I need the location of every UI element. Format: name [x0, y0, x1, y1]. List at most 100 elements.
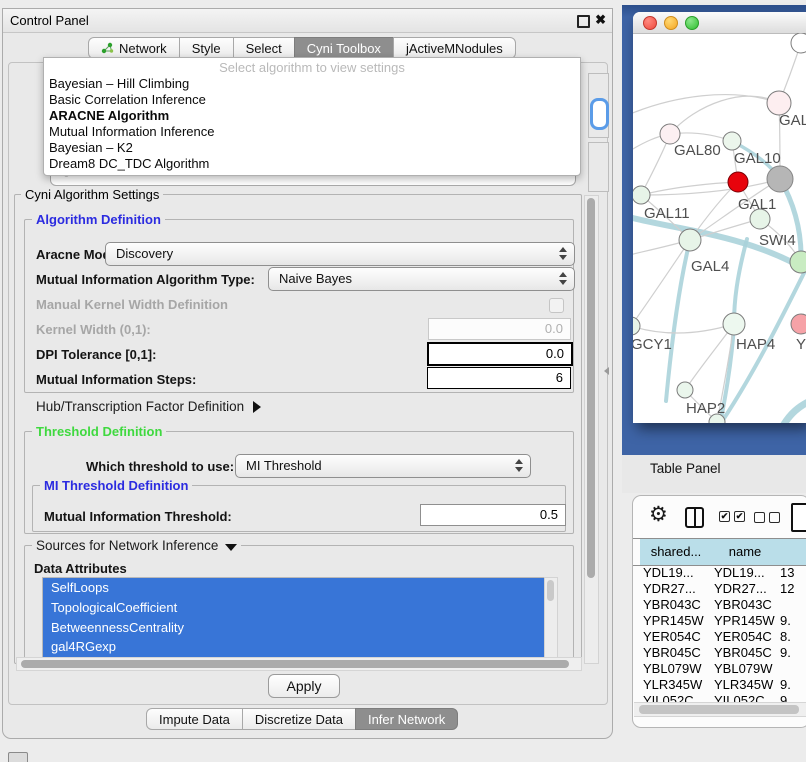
- settings-vertical-scrollbar[interactable]: [584, 195, 599, 664]
- column-header[interactable]: shared...: [640, 539, 713, 565]
- data-attributes-list[interactable]: SelfLoopsTopologicalCoefficientBetweenne…: [42, 577, 546, 658]
- network-node-swi4[interactable]: [790, 251, 806, 273]
- network-edge[interactable]: [633, 324, 734, 333]
- minimize-traffic-light-icon[interactable]: [664, 16, 678, 30]
- which-threshold-select[interactable]: MI Threshold: [235, 454, 531, 478]
- table-cell[interactable]: 9.: [780, 677, 791, 693]
- table-cell[interactable]: YPR145W: [643, 613, 704, 629]
- settings-horizontal-scrollbar[interactable]: [16, 657, 582, 671]
- table-row[interactable]: YIL052C YIL052C 9.: [633, 693, 806, 702]
- table-cell[interactable]: YER054C: [643, 629, 701, 645]
- table-cell[interactable]: YIL052C: [643, 693, 694, 702]
- table-cell[interactable]: YDR27...: [643, 581, 696, 597]
- network-edge[interactable]: [633, 95, 779, 117]
- table-cell[interactable]: 9.: [780, 645, 791, 661]
- table-cell[interactable]: YBR043C: [643, 597, 701, 613]
- manual-kernel-width-checkbox[interactable]: [549, 298, 564, 313]
- table-cell[interactable]: 12: [780, 581, 794, 597]
- apply-button[interactable]: Apply: [268, 674, 340, 698]
- table-row[interactable]: YDR27...YDR27...12: [633, 581, 806, 597]
- column-header[interactable]: name: [712, 539, 779, 565]
- table-cell[interactable]: YLR345W: [714, 677, 773, 693]
- tab-cyni-toolbox[interactable]: Cyni Toolbox: [294, 37, 394, 59]
- table-row[interactable]: YBR043C YBR043C: [633, 597, 806, 613]
- table-row[interactable]: YBL079W YBL079W: [633, 661, 806, 677]
- settings-horizontal-scrollbar-thumb[interactable]: [21, 660, 569, 668]
- tab-select[interactable]: Select: [233, 37, 295, 59]
- network-edge[interactable]: [666, 240, 690, 401]
- column-header[interactable]: [778, 539, 806, 565]
- table-horizontal-scrollbar-thumb[interactable]: [639, 705, 799, 714]
- attribute-item[interactable]: gal4RGexp: [43, 637, 545, 657]
- hub-definition-expander[interactable]: Hub/Transcription Factor Definition: [36, 399, 261, 414]
- algorithm-option[interactable]: Bayesian – K2: [44, 140, 580, 156]
- attributes-list-scrollbar-thumb[interactable]: [547, 580, 554, 601]
- network-node[interactable]: [767, 166, 793, 192]
- table-cell[interactable]: YDL19...: [714, 565, 765, 581]
- network-node-gcy1[interactable]: [633, 317, 640, 335]
- dpi-tolerance-field[interactable]: 0.0: [427, 342, 573, 366]
- network-node-hap2[interactable]: [677, 382, 693, 398]
- table-cell[interactable]: YBL079W: [714, 661, 773, 677]
- algorithm-option[interactable]: Bayesian – Hill Climbing: [44, 76, 580, 92]
- network-node-gal4[interactable]: [679, 229, 701, 251]
- select-all-checkboxes-icon[interactable]: ✔✔: [719, 511, 745, 522]
- attributes-list-scrollbar[interactable]: [544, 577, 558, 658]
- tab-jactivemnodules[interactable]: jActiveMNodules: [393, 37, 516, 59]
- network-canvas[interactable]: GALGAL80GAL10GAL1GAL11GAL4SWI4GCY1HAP4YH…: [633, 33, 806, 423]
- gear-icon[interactable]: ⚙: [649, 504, 668, 525]
- export-table-icon[interactable]: [791, 503, 806, 532]
- network-node-y[interactable]: [791, 314, 806, 334]
- sources-expander[interactable]: Sources for Network Inference: [32, 538, 241, 553]
- split-pane-collapse-icon[interactable]: [604, 367, 609, 375]
- float-window-icon[interactable]: [577, 15, 590, 28]
- table-cell[interactable]: YDL19...: [643, 565, 694, 581]
- attribute-item[interactable]: SelfLoops: [43, 578, 545, 598]
- table-cell[interactable]: 13: [780, 565, 794, 581]
- algorithm-option[interactable]: Mutual Information Inference: [44, 124, 580, 140]
- tab-impute-data[interactable]: Impute Data: [146, 708, 243, 730]
- settings-vertical-scrollbar-thumb[interactable]: [587, 198, 595, 578]
- network-node-hap4[interactable]: [723, 313, 745, 335]
- table-cell[interactable]: 8.: [780, 629, 791, 645]
- algorithm-option[interactable]: Basic Correlation Inference: [44, 92, 580, 108]
- table-cell[interactable]: YLR345W: [643, 677, 702, 693]
- tab-infer-network[interactable]: Infer Network: [355, 708, 458, 730]
- zoom-traffic-light-icon[interactable]: [685, 16, 699, 30]
- network-node-gal80[interactable]: [660, 124, 680, 144]
- table-cell[interactable]: 9.: [780, 693, 791, 702]
- tab-network[interactable]: Network: [88, 37, 180, 59]
- tab-style[interactable]: Style: [179, 37, 234, 59]
- network-node[interactable]: [728, 172, 748, 192]
- network-node-gal10[interactable]: [723, 132, 741, 150]
- network-node-gal11[interactable]: [633, 186, 650, 204]
- network-node[interactable]: [791, 33, 806, 53]
- table-cell[interactable]: YBR045C: [643, 645, 701, 661]
- table-horizontal-scrollbar[interactable]: [634, 702, 806, 717]
- table-cell[interactable]: YBL079W: [643, 661, 702, 677]
- table-row[interactable]: YER054CYER054C8.: [633, 629, 806, 645]
- table-row[interactable]: YBR045C YBR045C 9.: [633, 645, 806, 661]
- close-traffic-light-icon[interactable]: [643, 16, 657, 30]
- table-row[interactable]: YLR345W YLR345W 9.: [633, 677, 806, 693]
- table-cell[interactable]: 9.: [780, 613, 791, 629]
- table-cell[interactable]: YPR145W: [714, 613, 775, 629]
- dock-icon[interactable]: [8, 752, 28, 762]
- network-edge[interactable]: [780, 398, 806, 423]
- mi-threshold-field[interactable]: 0.5: [420, 504, 566, 526]
- algorithm-option[interactable]: ARACNE Algorithm: [44, 108, 580, 124]
- kernel-width-field[interactable]: 0.0: [428, 318, 571, 340]
- table-cell[interactable]: YBR043C: [714, 597, 772, 613]
- table-cell[interactable]: YIL052C: [714, 693, 765, 702]
- mi-algorithm-type-select[interactable]: Naive Bayes: [268, 267, 575, 291]
- attribute-item[interactable]: TopologicalCoefficient: [43, 598, 545, 618]
- close-icon[interactable]: ✖: [595, 12, 606, 28]
- algorithm-option[interactable]: Dream8 DC_TDC Algorithm: [44, 156, 580, 172]
- attribute-item[interactable]: BetweennessCentrality: [43, 618, 545, 638]
- table-cell[interactable]: YBR045C: [714, 645, 772, 661]
- tab-discretize-data[interactable]: Discretize Data: [242, 708, 356, 730]
- network-edge[interactable]: [670, 96, 779, 134]
- table-row[interactable]: YDL19... YDL19... 13: [633, 565, 806, 581]
- mi-steps-field[interactable]: 6: [427, 367, 571, 389]
- aracne-mode-select[interactable]: Discovery: [105, 242, 575, 266]
